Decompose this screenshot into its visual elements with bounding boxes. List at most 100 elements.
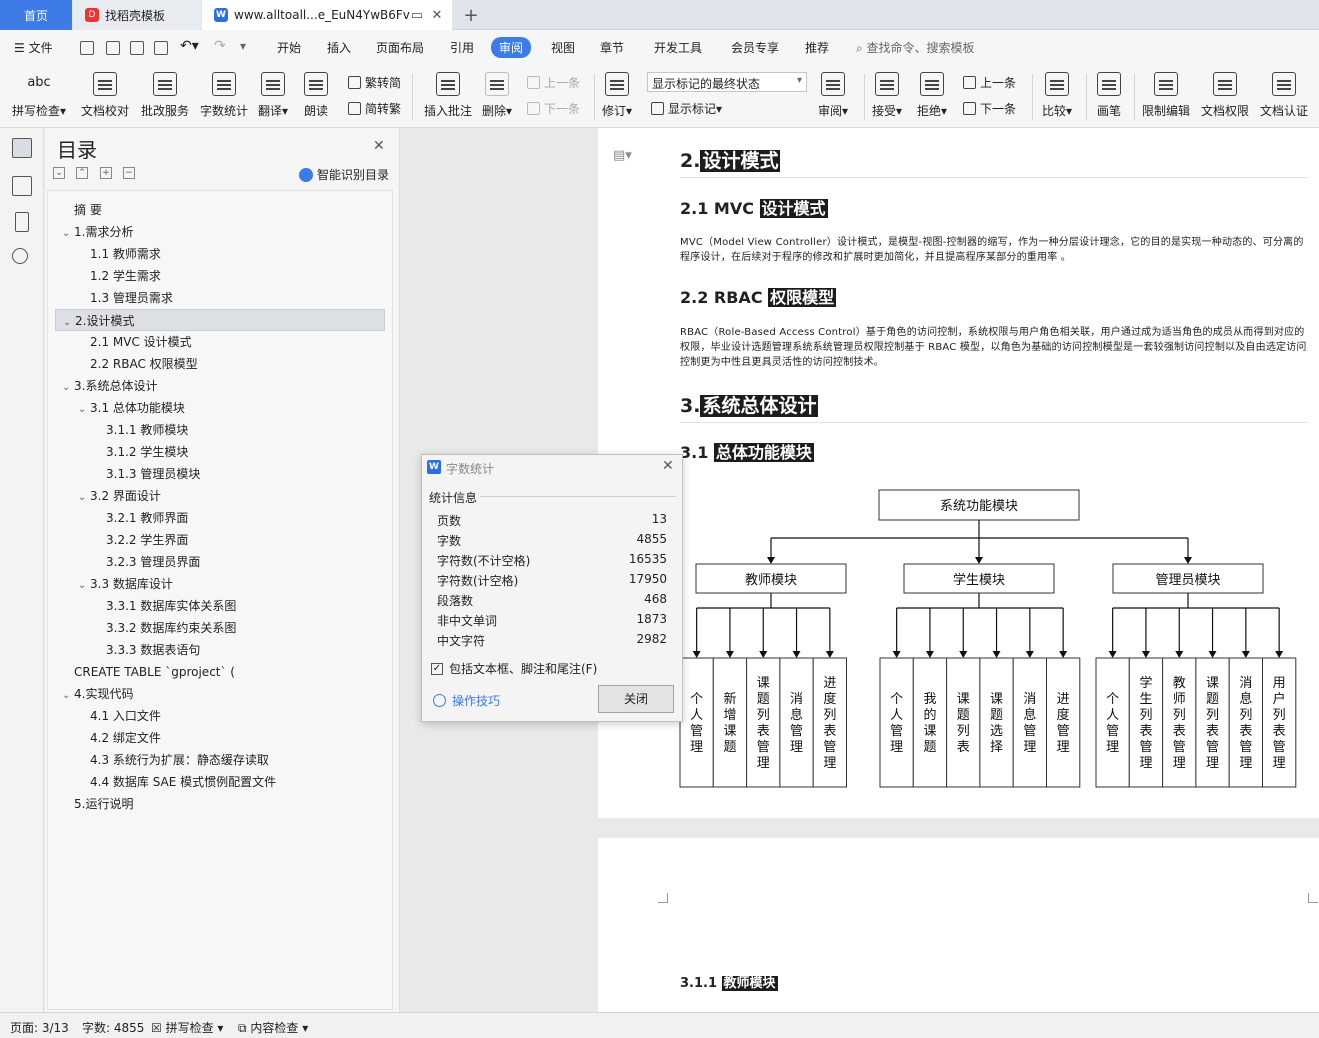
toc-item[interactable]: 3.3.1 数据库实体关系图 — [48, 595, 236, 617]
simp-to-trad-button[interactable]: 简转繁 — [348, 100, 401, 117]
toc-item[interactable]: 5.运行说明 — [48, 793, 133, 815]
prev-comment-button[interactable]: 上一条 — [527, 74, 580, 91]
quick-access-more-icon[interactable]: ▾ — [240, 39, 246, 53]
print-preview-icon[interactable] — [154, 41, 168, 55]
remove-heading-icon[interactable]: − — [123, 167, 135, 179]
menu-insert[interactable]: 插入 — [327, 39, 351, 56]
accept-button[interactable]: 接受▾ — [872, 70, 902, 124]
chevron-down-icon[interactable]: ⌄ — [78, 575, 90, 597]
chapter-nav-icon[interactable] — [12, 176, 32, 196]
tab-pin-icon[interactable]: ▭ — [408, 6, 426, 24]
toc-item[interactable]: ⌄ 4.实现代码 — [48, 683, 133, 705]
status-content-check[interactable]: ⧉ 内容检查 ▾ — [238, 1019, 308, 1036]
add-heading-icon[interactable]: + — [100, 167, 112, 179]
toc-item[interactable]: ⌄ 3.1 总体功能模块 — [48, 397, 185, 419]
menu-file[interactable]: ☰ 文件 — [14, 39, 53, 56]
toc-item[interactable]: ⌄ 3.3 数据库设计 — [48, 573, 173, 595]
next-comment-button[interactable]: 下一条 — [527, 100, 580, 117]
menu-developer[interactable]: 开发工具 — [654, 39, 702, 56]
chevron-down-icon[interactable]: ⌄ — [62, 377, 74, 399]
paragraph-marker-icon[interactable]: ▤▾ — [613, 148, 632, 163]
command-search[interactable]: ⌕ 查找命令、搜索模板 — [856, 39, 975, 56]
chevron-down-icon[interactable]: ⌄ — [62, 685, 74, 707]
delete-comment-button[interactable]: 删除▾ — [482, 70, 512, 124]
menu-section[interactable]: 章节 — [600, 39, 624, 56]
toc-item[interactable]: 摘 要 — [48, 199, 102, 221]
toc-item[interactable]: 4.4 数据库 SAE 模式惯例配置文件 — [48, 771, 276, 793]
trad-to-simp-button[interactable]: 繁转简 — [348, 74, 401, 91]
toc-item[interactable]: 4.1 入口文件 — [48, 705, 161, 727]
restrict-editing-button[interactable]: 限制编辑 — [1142, 70, 1190, 124]
expand-all-icon[interactable]: ⌄ — [53, 167, 65, 179]
toc-item[interactable]: 3.2.2 学生界面 — [48, 529, 188, 551]
dialog-close-icon[interactable]: ✕ — [662, 458, 674, 474]
review-pane-button[interactable]: 审阅▾ — [818, 70, 848, 124]
collapse-all-icon[interactable]: ⌃ — [76, 167, 88, 179]
tips-link[interactable]: 操作技巧 — [433, 692, 500, 709]
toc-item[interactable]: 1.3 管理员需求 — [48, 287, 173, 309]
show-markup-button[interactable]: 显示标记 ▾ — [651, 100, 722, 117]
track-changes-button[interactable]: 修订▾ — [602, 70, 632, 124]
translate-button[interactable]: 翻译▾ — [258, 70, 288, 124]
toc-item[interactable]: 3.1.1 教师模块 — [48, 419, 188, 441]
export-icon[interactable] — [106, 41, 120, 55]
menu-layout[interactable]: 页面布局 — [376, 39, 424, 56]
toc-item[interactable]: 4.2 绑定文件 — [48, 727, 161, 749]
tab-template[interactable]: D 找稻壳模板 — [73, 0, 201, 30]
toc-item[interactable]: CREATE TABLE `gproject` ( — [48, 661, 235, 683]
close-button[interactable]: 关闭 — [598, 685, 674, 713]
toc-item[interactable]: 2.1 MVC 设计模式 — [48, 331, 192, 353]
word-count-indicator[interactable]: 字数: 4855 — [82, 1019, 144, 1036]
toc-item[interactable]: 3.3.3 数据表语句 — [48, 639, 200, 661]
toc-item[interactable]: 3.2.3 管理员界面 — [48, 551, 200, 573]
prev-change-button[interactable]: 上一条 — [963, 74, 1016, 91]
toc-item[interactable]: ⌄ 3.2 界面设计 — [48, 485, 161, 507]
toc-item[interactable]: ⌄ 3.系统总体设计 — [48, 375, 157, 397]
doc-certify-button[interactable]: 文档认证 — [1260, 70, 1308, 124]
insert-comment-button[interactable]: 插入批注 — [424, 70, 472, 124]
toc-item[interactable]: ⌄ 1.需求分析 — [48, 221, 133, 243]
word-count-button[interactable]: 字数统计 — [200, 70, 248, 124]
print-icon[interactable] — [130, 41, 144, 55]
tab-close-icon[interactable]: ✕ — [428, 6, 446, 24]
toc-nav-icon[interactable] — [12, 138, 32, 158]
toc-item[interactable]: ⌄ 2.设计模式 — [55, 309, 385, 331]
toc-item[interactable]: 4.3 系统行为扩展：静态缓存读取 — [48, 749, 269, 771]
toc-item[interactable]: 3.2.1 教师界面 — [48, 507, 188, 529]
batch-service-button[interactable]: 批改服务 — [141, 70, 189, 124]
menu-member[interactable]: 会员专享 — [731, 39, 779, 56]
menu-home[interactable]: 开始 — [277, 39, 301, 56]
status-spell-check[interactable]: ☒ 拼写检查 ▾ — [151, 1019, 223, 1036]
compare-button[interactable]: 比较▾ — [1042, 70, 1072, 124]
reject-button[interactable]: 拒绝▾ — [917, 70, 947, 124]
next-change-button[interactable]: 下一条 — [963, 100, 1016, 117]
markup-mode-select[interactable]: 显示标记的最终状态 — [647, 72, 807, 92]
toc-item[interactable]: 3.3.2 数据库约束关系图 — [48, 617, 236, 639]
menu-references[interactable]: 引用 — [450, 39, 474, 56]
toc-item[interactable]: 3.1.3 管理员模块 — [48, 463, 200, 485]
undo-icon[interactable]: ↶▾ — [180, 38, 199, 54]
read-aloud-button[interactable]: 朗读 — [304, 70, 328, 124]
toc-item[interactable]: 3.1.2 学生模块 — [48, 441, 188, 463]
doc-permission-button[interactable]: 文档权限 — [1201, 70, 1249, 124]
save-icon[interactable] — [80, 41, 94, 55]
toc-item[interactable]: 2.2 RBAC 权限模型 — [48, 353, 198, 375]
menu-view[interactable]: 视图 — [551, 39, 575, 56]
chevron-down-icon[interactable]: ⌄ — [62, 223, 74, 245]
page-indicator[interactable]: 页面: 3/13 — [10, 1019, 69, 1036]
toc-item[interactable]: 1.1 教师需求 — [48, 243, 161, 265]
bookmark-icon[interactable] — [15, 212, 29, 232]
pen-button[interactable]: 画笔 — [1097, 70, 1121, 124]
search-icon[interactable] — [12, 248, 28, 264]
chevron-down-icon[interactable]: ⌄ — [78, 399, 90, 421]
redo-icon[interactable]: ↷ — [214, 38, 226, 54]
menu-recommend[interactable]: 推荐 — [805, 39, 829, 56]
tab-home[interactable]: 首页 — [0, 0, 72, 30]
toc-close-icon[interactable]: ✕ — [373, 138, 385, 154]
doc-proof-button[interactable]: 文档校对 — [81, 70, 129, 124]
new-tab-icon[interactable]: + — [462, 5, 480, 26]
toc-item[interactable]: 1.2 学生需求 — [48, 265, 161, 287]
smart-toc-button[interactable]: 智能识别目录 — [299, 166, 389, 183]
include-textbox-checkbox[interactable]: ✓ 包括文本框、脚注和尾注(F) — [431, 660, 597, 677]
chevron-down-icon[interactable]: ⌄ — [78, 487, 90, 509]
